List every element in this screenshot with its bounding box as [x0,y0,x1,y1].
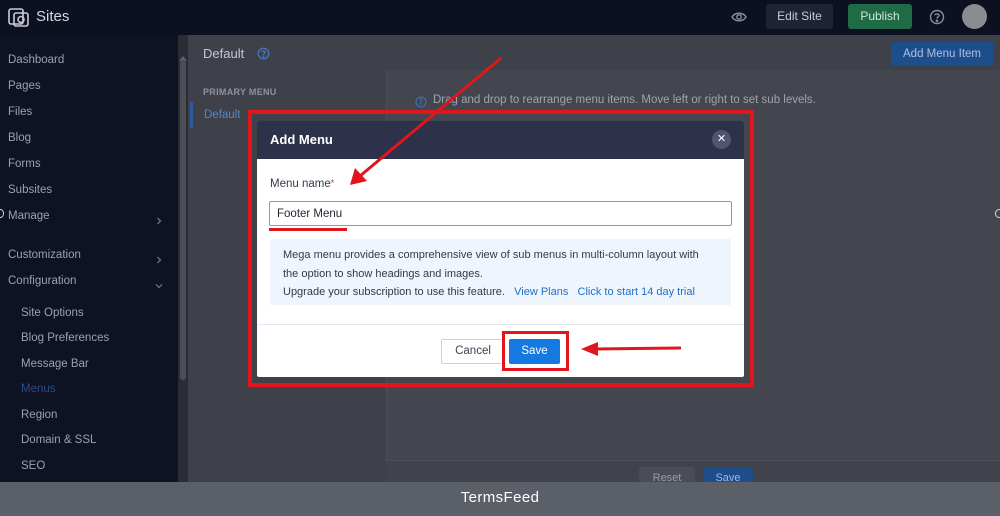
primary-menu-label: PRIMARY MENU [203,87,277,97]
scroll-thumb[interactable] [180,60,186,380]
menu-name-input[interactable] [269,201,732,226]
sidebar-item-manage[interactable]: Manage [8,210,50,222]
sidebar-subitem-site-options[interactable]: Site Options [21,307,84,319]
app-title: Sites [36,8,70,25]
add-menu-dialog: Add Menu ✕ Menu name* Mega menu provides… [257,121,744,377]
chevron-right-icon [155,251,163,264]
scroll-down-icon[interactable] [179,475,187,487]
view-plans-link[interactable]: View Plans [514,286,568,298]
dialog-footer-divider [257,324,744,325]
sidebar-subitem-menus[interactable]: Menus [21,383,56,395]
sidebar-subitem-region[interactable]: Region [21,409,57,421]
chevron-right-icon [155,212,163,225]
watermark-text: TermsFeed [460,489,540,506]
chevron-down-icon [155,277,163,289]
sidebar-item-configuration[interactable]: Configuration [8,275,76,287]
sidebar-item-dashboard[interactable]: Dashboard [8,54,64,66]
help-icon[interactable] [929,9,945,25]
scroll-up-icon[interactable] [179,48,187,61]
mega-menu-text-line: Mega menu provides a comprehensive view … [283,249,699,261]
mega-menu-text-line: the option to show headings and images. [283,268,483,280]
dialog-title: Add Menu [270,132,333,147]
sidebar-item-subsites[interactable]: Subsites [8,184,52,196]
sidebar-subitem-blog-preferences[interactable]: Blog Preferences [21,332,109,344]
menu-name-label-text: Menu name [270,178,331,190]
required-mark: * [330,178,335,188]
reset-button[interactable]: Reset [639,467,695,482]
info-icon [415,95,427,108]
sidebar-subitem-domain-ssl[interactable]: Domain & SSL [21,434,96,446]
sidebar-subitem-seo[interactable]: SEO [21,460,45,472]
save-highlight-box [502,331,569,371]
dialog-header: Add Menu ✕ [257,121,744,159]
upgrade-text: Upgrade your subscription to use this fe… [283,286,505,298]
sites-logo-icon [8,7,30,27]
sidebar-item-files[interactable]: Files [8,106,32,118]
sidebar-subitem-message-bar[interactable]: Message Bar [21,358,89,370]
sidebar-item-forms[interactable]: Forms [8,158,41,170]
page-title: Default [203,46,245,61]
start-trial-link[interactable]: Click to start 14 day trial [578,286,695,298]
close-button[interactable]: ✕ [712,130,731,149]
cancel-button[interactable]: Cancel [441,339,505,364]
sidebar-item-pages[interactable]: Pages [8,80,41,92]
sidebar-item-blog[interactable]: Blog [8,132,31,144]
menu-name-label: Menu name* [270,178,334,190]
mega-menu-info-box: Mega menu provides a comprehensive view … [270,239,731,305]
drag-hint-text: Drag and drop to rearrange menu items. M… [433,94,816,106]
page-save-button[interactable]: Save [703,467,753,482]
sidebar-scrollbar[interactable] [178,35,188,487]
upgrade-text-line: Upgrade your subscription to use this fe… [283,286,695,298]
sidebar: Dashboard Pages Files Blog Forms Subsite… [0,35,178,482]
user-avatar[interactable] [962,4,987,29]
sidebar-item-customization[interactable]: Customization [8,249,81,261]
annotation-underline [269,228,347,231]
top-bar: Sites Edit Site Publish [0,0,1000,35]
resize-handle-right[interactable] [995,209,1000,218]
edit-site-button[interactable]: Edit Site [766,4,833,29]
publish-button[interactable]: Publish [848,4,912,29]
help-icon[interactable] [257,47,270,60]
close-icon: ✕ [716,133,727,145]
add-menu-item-button[interactable]: Add Menu Item [891,42,993,66]
preview-eye-icon[interactable] [731,10,747,24]
